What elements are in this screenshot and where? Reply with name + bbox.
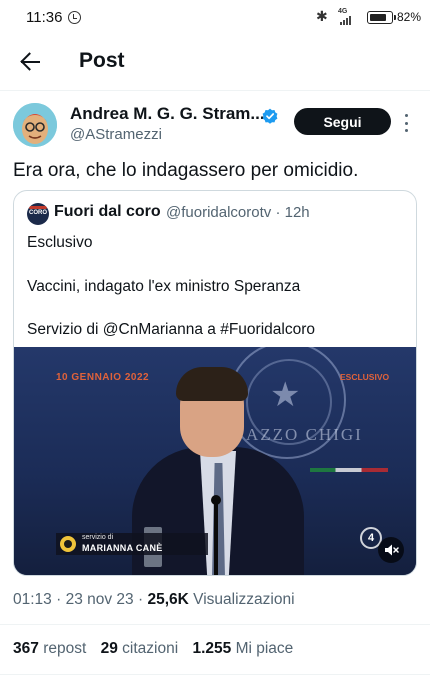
lower-third-name: MARIANNA CANÈ: [82, 543, 163, 553]
volume-mute-icon[interactable]: [378, 537, 404, 563]
meta-divider: [0, 624, 430, 625]
quoted-text: Esclusivo Vaccini, indagato l'ex ministr…: [27, 232, 407, 341]
author-name[interactable]: Andrea M. G. G. Stram...: [70, 104, 265, 124]
views-count[interactable]: 25,6K: [147, 591, 188, 608]
reposts-stat[interactable]: 367 repost: [13, 640, 86, 657]
video-badge: ESCLUSIVO: [340, 372, 390, 382]
more-vertical-icon[interactable]: [403, 114, 409, 132]
views-label: Visualizzazioni: [193, 591, 295, 608]
alarm-clock-icon: [68, 11, 81, 24]
microphone-graphic: [211, 495, 221, 575]
battery-icon: [367, 11, 396, 24]
flag-graphic: [310, 468, 388, 472]
follow-button[interactable]: Segui: [294, 108, 391, 135]
quoted-line: Servizio di @CnMarianna a #Fuoridalcoro: [27, 321, 315, 338]
video-player[interactable]: ★ AZZO CHIGI 10 GENNAIO 2022 ESCLUSIVO s…: [14, 347, 416, 575]
quoted-handle-time: @fuoridalcorotv · 12h: [166, 204, 310, 221]
quoted-line: Vaccini, indagato l'ex ministro Speranza: [27, 277, 301, 295]
quoted-post-card[interactable]: CORO Fuori dal coro @fuoridalcorotv · 12…: [13, 190, 417, 576]
post-meta: 01:13 · 23 nov 23 · 25,6K Visualizzazion…: [13, 591, 295, 608]
likes-stat[interactable]: 1.255 Mi piace: [192, 640, 293, 657]
post-date: 23 nov 23: [65, 591, 134, 608]
network-type: 4G: [338, 8, 348, 15]
bluetooth-icon: ✱: [316, 8, 328, 24]
quoted-author-name: Fuori dal coro: [54, 203, 161, 220]
quoted-avatar: CORO: [27, 203, 49, 225]
verified-badge-icon: [262, 108, 278, 124]
video-date-caption: 10 GENNAIO 2022: [56, 372, 150, 383]
post-text: Era ora, che lo indagassero per omicidio…: [13, 160, 359, 181]
stats-divider: [0, 674, 430, 675]
post-time: 01:13: [13, 591, 52, 608]
quoted-line: Esclusivo: [27, 234, 93, 251]
avatar[interactable]: [13, 103, 57, 147]
author-handle[interactable]: @AStramezzi: [70, 126, 162, 143]
lower-third-label: servizio di: [82, 534, 114, 541]
top-app-bar: Post: [0, 40, 430, 84]
signal-icon: 4G: [338, 8, 358, 26]
battery-percent: 82%: [397, 10, 422, 24]
status-bar: 11:36 ✱ 4G 82%: [0, 0, 430, 36]
header-divider: [0, 90, 430, 91]
quotes-stat[interactable]: 29 citazioni: [101, 640, 179, 657]
page-title: Post: [79, 49, 125, 72]
status-time: 11:36: [26, 9, 63, 26]
post-stats: 367 repost 29 citazioni 1.255 Mi piace: [13, 640, 293, 658]
show-logo-icon: [60, 536, 76, 552]
arrow-left-icon[interactable]: [12, 46, 48, 78]
backdrop-text: AZZO CHIGI: [246, 425, 363, 444]
